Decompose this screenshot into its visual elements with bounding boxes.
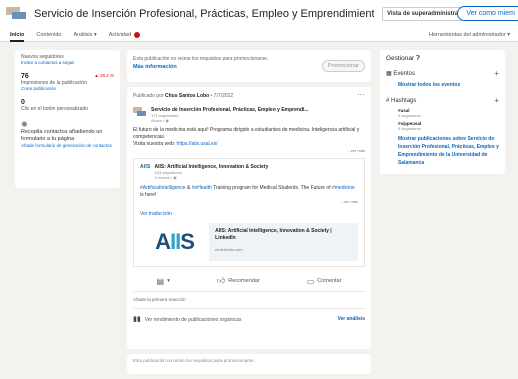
tab-analytics[interactable]: Análisis ▾ xyxy=(73,28,96,42)
top-bar: Servicio de Inserción Profesional, Práct… xyxy=(0,0,518,28)
thumbs-up-icon: 👍︎ xyxy=(216,276,226,285)
see-more-link[interactable]: ...ver más xyxy=(140,199,358,204)
invite-link[interactable]: Invitar a contactos a seguir xyxy=(21,60,114,65)
clicks-value: 0 xyxy=(21,99,25,106)
recommend-button[interactable]: 👍︎ Recomendar xyxy=(217,276,260,286)
admin-tools-menu[interactable]: Herramientas del administrador ▾ xyxy=(429,32,510,38)
shared-post: AIIS AIIS: Artificial Intelligence, Inno… xyxy=(133,158,365,267)
impressions-value: 76 xyxy=(21,73,29,80)
hashtag-item[interactable]: #sippeusal 0 seguidores xyxy=(398,121,499,131)
organic-performance-row: ▮▮ Ver rendimiento de publicaciones orgán… xyxy=(133,308,365,323)
show-all-events-link[interactable]: Mostrar todos los eventos xyxy=(398,82,499,88)
add-event-icon[interactable]: + xyxy=(494,69,499,78)
hashtags-row: # Hashtags + xyxy=(386,96,499,105)
view-as-member-button[interactable]: Ver como miem xyxy=(457,6,518,21)
impressions-change: ▲ 28,2 % xyxy=(94,73,114,78)
hashtag-item[interactable]: #usal 0 seguidores xyxy=(398,108,499,118)
next-post-card: Esta publicación no reúne los requisitos… xyxy=(127,354,371,374)
chevron-down-icon: ▾ xyxy=(507,31,510,38)
see-translation-link[interactable]: Ver traducción xyxy=(140,211,358,217)
reaction-selector[interactable]: ▤ ▾ xyxy=(157,277,170,286)
create-post-link[interactable]: Crear publicación xyxy=(21,86,114,91)
add-form-link[interactable]: Añade formulario de generación de contac… xyxy=(21,143,114,148)
post-url-link[interactable]: https://aiis.usal.es/ xyxy=(177,141,218,147)
hashtag-icon: # xyxy=(386,97,390,104)
globe-icon: ◉ xyxy=(173,175,177,180)
show-hashtag-posts-link[interactable]: Mostrar publicaciones sobre Servicio de … xyxy=(398,135,499,167)
promo-text: Esta publicación no reúne los requisitos… xyxy=(133,56,269,62)
post-date: 7/7/2022 xyxy=(213,93,234,99)
post-organization[interactable]: Servicio de Inserción Profesional, Práct… xyxy=(133,107,365,123)
collect-contacts-text: Recopila contactos añadiendo un formular… xyxy=(21,129,103,142)
center-feed: Esta publicación no reúne los requisitos… xyxy=(127,50,371,379)
lightbulb-icon: ✺ xyxy=(21,120,28,129)
post-card: Publicado por Chus Santos Lobo • 7/7/202… xyxy=(127,87,371,349)
link-preview-title: AIIS: Artificial Intelligence, Innovatio… xyxy=(215,228,332,241)
avatar-icon: ▤ xyxy=(156,276,165,286)
link-preview-card[interactable]: A II S AIIS: Artificial Intelligence, Inno… xyxy=(140,223,358,261)
hashtag-link[interactable]: #medicine xyxy=(332,185,355,191)
first-reaction-text: Añade la primera reacción xyxy=(133,291,365,302)
shared-post-time: 2 meses xyxy=(154,175,170,180)
notification-badge-icon xyxy=(134,31,141,38)
globe-icon: ◉ xyxy=(165,118,169,123)
view-analysis-link[interactable]: Ver análisis xyxy=(337,316,365,322)
hashtag-link[interactable]: #ArtificialIntelligence xyxy=(140,185,186,191)
tab-activity[interactable]: Actividad xyxy=(109,28,141,42)
organization-logo xyxy=(133,107,147,117)
add-hashtag-icon[interactable]: + xyxy=(494,96,499,105)
link-preview-domain: es.linkedin.com xyxy=(215,247,243,252)
page-title: Servicio de Inserción Profesional, Práct… xyxy=(34,8,374,20)
tab-content[interactable]: Contenido xyxy=(36,28,61,42)
post-header: Publicado por Chus Santos Lobo • 7/7/202… xyxy=(133,90,365,100)
organization-logo xyxy=(6,7,28,21)
events-row: ▦ Eventos + xyxy=(386,69,499,78)
chevron-down-icon: ▾ xyxy=(93,31,97,38)
bar-chart-icon: ▮▮ xyxy=(133,316,141,323)
left-stats-panel: Nuevos seguidores Invitar a contactos a … xyxy=(15,50,120,188)
aiis-logo-icon: AIIS xyxy=(140,164,151,170)
shared-post-body: #ArtificialIntelligence & #eHealth Train… xyxy=(140,185,355,198)
post-body: El futuro de la medicina está aquí! Prog… xyxy=(133,127,360,147)
tab-home[interactable]: Inicio xyxy=(10,28,25,42)
promo-card: Esta publicación no reúne los requisitos… xyxy=(127,50,371,82)
manage-panel: Gestionar ❓︎ ▦ Eventos + Mostrar todos l… xyxy=(380,50,505,174)
post-actions: ▤ ▾ 👍︎ Recomendar ▭ Comentar xyxy=(133,275,365,287)
post-author[interactable]: Chus Santos Lobo xyxy=(165,93,209,99)
promote-button[interactable]: Promocionar xyxy=(321,60,365,72)
chevron-down-icon: ▾ xyxy=(167,278,170,284)
comment-icon: ▭ xyxy=(306,276,315,286)
manage-title: Gestionar xyxy=(386,55,415,62)
comment-button[interactable]: ▭ Comentar xyxy=(307,277,342,286)
see-more-link[interactable]: ...ver más xyxy=(133,148,365,153)
help-icon[interactable]: ❓︎ xyxy=(416,55,420,62)
clicks-label: Clic en el botón personalizado xyxy=(21,106,88,112)
calendar-icon: ▦ xyxy=(386,71,392,77)
aiis-logo: A II S xyxy=(140,223,210,261)
more-options-icon[interactable]: ··· xyxy=(357,91,365,99)
post-time: Ahora xyxy=(151,118,162,123)
admin-tabs: Inicio Contenido Análisis ▾ Actividad He… xyxy=(0,28,518,42)
hashtag-link[interactable]: #eHealth xyxy=(192,185,212,191)
